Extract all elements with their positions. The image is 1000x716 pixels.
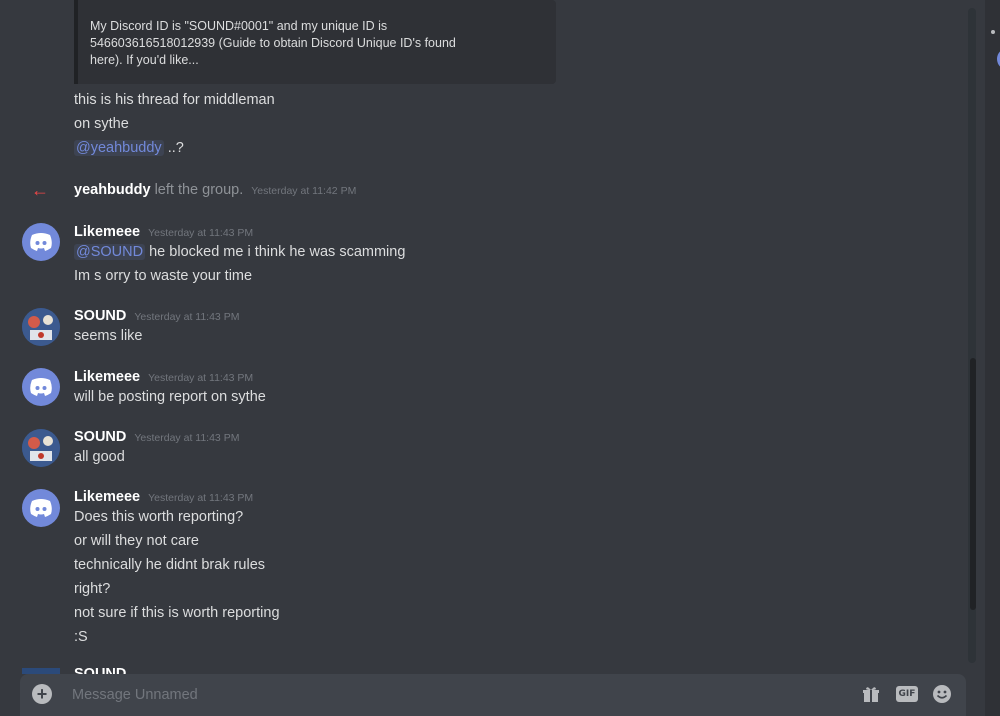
system-username[interactable]: yeahbuddy xyxy=(74,182,151,198)
emoji-icon[interactable] xyxy=(932,684,952,704)
avatar[interactable] xyxy=(22,368,60,406)
leave-arrow-icon: ← xyxy=(31,180,49,200)
message-line: not sure if this is worth reporting xyxy=(74,605,280,621)
avatar[interactable] xyxy=(22,223,60,261)
message-header: Likemeee Yesterday at 11:43 PM xyxy=(74,367,253,388)
message-line: technically he didnt brak rules xyxy=(74,557,266,573)
embed-text-line: My Discord ID is "SOUND#0001" and my uni… xyxy=(90,19,388,33)
message-line: :S xyxy=(74,629,88,645)
discord-logo-icon xyxy=(30,378,52,396)
user-mention[interactable]: @yeahbuddy xyxy=(74,140,164,156)
username[interactable]: SOUND xyxy=(74,429,126,445)
timestamp: Yesterday at 11:43 PM xyxy=(148,227,254,239)
message-line: Does this worth reporting? xyxy=(74,509,244,525)
avatar[interactable] xyxy=(22,489,60,527)
message-line: on sythe xyxy=(74,116,129,132)
timestamp: Yesterday at 11:43 PM xyxy=(148,372,254,384)
username[interactable]: Likemeee xyxy=(74,489,140,505)
message-line: Im s orry to waste your time xyxy=(74,268,253,284)
timestamp: Yesterday at 11:43 PM xyxy=(134,311,240,323)
chat-area: My Discord ID is "SOUND#0001" and my uni… xyxy=(0,0,968,716)
username[interactable]: SOUND xyxy=(74,308,126,324)
discord-logo-icon xyxy=(30,233,52,251)
message-composer: + GIF xyxy=(20,674,966,716)
link-embed[interactable]: My Discord ID is "SOUND#0001" and my uni… xyxy=(74,0,556,84)
sound-avatar-image xyxy=(22,429,60,467)
message-line: right? xyxy=(74,581,111,597)
embed-text-line: here). If you'd like... xyxy=(90,53,199,67)
scrollbar-thumb[interactable] xyxy=(970,358,976,610)
system-action: left the group. xyxy=(150,182,244,198)
message-line: @SOUND he blocked me i think he was scam… xyxy=(74,242,405,262)
message-header: Likemeee Yesterday at 11:43 PM xyxy=(74,222,253,243)
system-message: yeahbuddy left the group. Yesterday at 11… xyxy=(74,180,356,201)
username[interactable]: Likemeee xyxy=(74,224,140,240)
message-header: SOUND xyxy=(74,664,126,674)
message-input[interactable] xyxy=(72,683,832,707)
message-header: SOUND Yesterday at 11:43 PM xyxy=(74,306,239,327)
timestamp: Yesterday at 11:43 PM xyxy=(148,492,254,504)
gift-icon[interactable] xyxy=(862,685,880,703)
user-mention[interactable]: @SOUND xyxy=(74,244,146,260)
panel-indicator xyxy=(991,30,995,34)
avatar[interactable] xyxy=(22,308,60,346)
sound-avatar-image xyxy=(22,308,60,346)
gif-icon[interactable]: GIF xyxy=(896,686,918,702)
username[interactable]: SOUND xyxy=(74,666,126,674)
member-list-panel xyxy=(985,0,1000,716)
message-line: this is his thread for middleman xyxy=(74,92,275,108)
message-line: will be posting report on sythe xyxy=(74,389,266,405)
avatar[interactable] xyxy=(22,429,60,467)
timestamp: Yesterday at 11:42 PM xyxy=(251,185,357,197)
discord-logo-icon xyxy=(30,499,52,517)
message-line: all good xyxy=(74,449,125,465)
timestamp: Yesterday at 11:43 PM xyxy=(134,432,240,444)
message-text: he blocked me i think he was scamming xyxy=(145,244,406,260)
username[interactable]: Likemeee xyxy=(74,369,140,385)
embed-text-line: 546603616518012939 (Guide to obtain Disc… xyxy=(90,36,456,50)
message-text: ..? xyxy=(163,140,184,156)
message-header: SOUND Yesterday at 11:43 PM xyxy=(74,427,239,448)
message-line: @yeahbuddy ..? xyxy=(74,138,184,158)
message-line: or will they not care xyxy=(74,533,199,549)
plus-icon[interactable]: + xyxy=(32,684,52,704)
message-line: seems like xyxy=(74,328,143,344)
message-header: Likemeee Yesterday at 11:43 PM xyxy=(74,487,253,508)
